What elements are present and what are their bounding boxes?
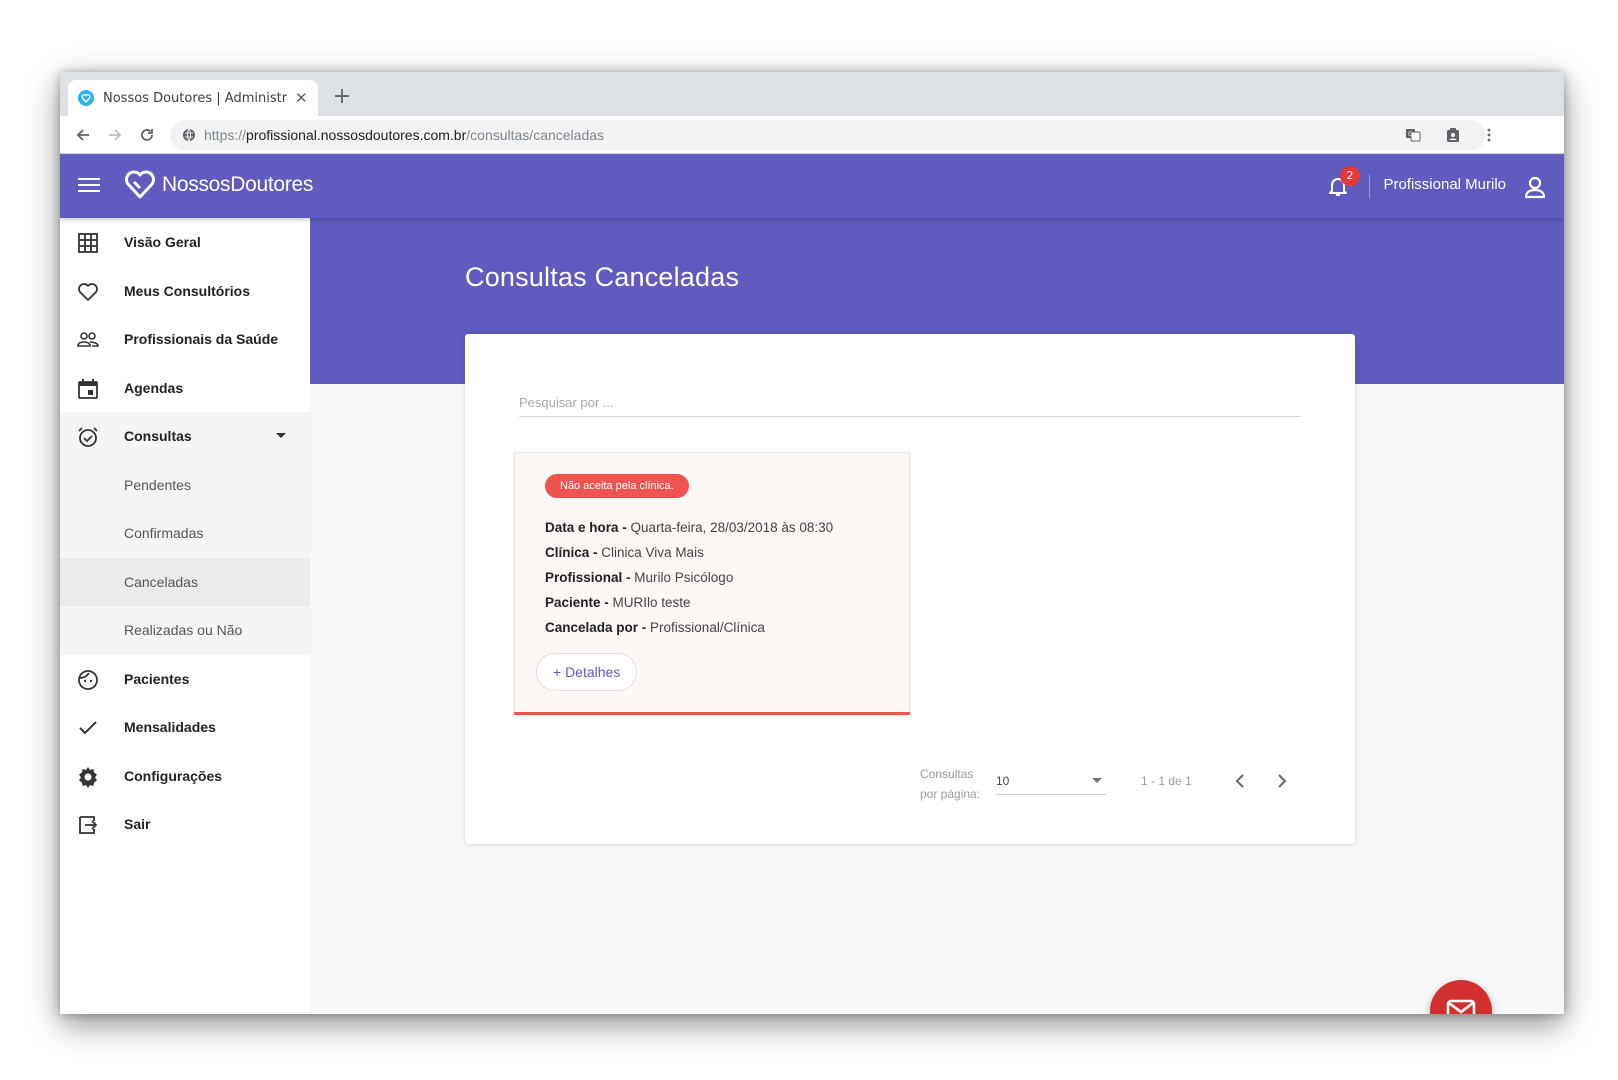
logout-icon xyxy=(79,816,98,834)
notification-badge: 2 xyxy=(1340,166,1360,186)
user-name[interactable]: Profissional Murilo xyxy=(1383,176,1506,193)
page-range: 1 - 1 de 1 xyxy=(1141,774,1192,788)
sidebar-subitem-pendentes[interactable]: Pendentes xyxy=(60,460,310,509)
sidebar-item-label: Consultas xyxy=(124,428,192,445)
sidebar-item-sair[interactable]: Sair xyxy=(60,800,310,849)
info-row-cancelled-by: Cancelada por - Profissional/Clínica xyxy=(545,620,765,635)
pagination: Consultas por página: 10 1 - 1 de 1 xyxy=(465,759,1355,809)
new-tab-icon[interactable]: + xyxy=(330,84,354,109)
content-panel: Não aceita pela clínica. Data e hora - Q… xyxy=(465,334,1355,844)
url-text: https://profissional.nossosdoutores.com.… xyxy=(204,127,605,143)
check-icon xyxy=(79,721,97,735)
sidebar-item-label: Configurações xyxy=(124,767,223,784)
reload-icon[interactable] xyxy=(134,122,160,148)
calendar-icon xyxy=(78,378,98,399)
sidebar-item-label: Mensalidades xyxy=(124,719,216,736)
sidebar-item-agendas[interactable]: Agendas xyxy=(60,364,310,413)
app-root: NossosDoutores 2 Profissional Murilo Vis… xyxy=(60,154,1564,1014)
sidebar-item-label: Pacientes xyxy=(124,670,190,687)
per-page-value: 10 xyxy=(996,774,1010,788)
chevron-left-icon xyxy=(1235,774,1244,788)
sidebar-item-label: Canceladas xyxy=(124,573,198,590)
details-button[interactable]: + Detalhes xyxy=(536,653,638,691)
search-input[interactable] xyxy=(519,389,1301,417)
browser-tab[interactable]: Nossos Doutores | Administraç ✕ xyxy=(68,80,318,116)
sidebar-subitem-canceladas[interactable]: Canceladas xyxy=(60,557,310,606)
sidebar-item-label: Realizadas ou Não xyxy=(124,622,243,639)
sidebar-item-label: Meus Consultórios xyxy=(124,282,251,299)
browser-window: Nossos Doutores | Administraç ✕ + https:… xyxy=(60,72,1564,1014)
tab-close-icon[interactable]: ✕ xyxy=(295,89,308,107)
alarm-check-icon xyxy=(78,427,98,447)
chevron-down-icon xyxy=(1092,778,1102,783)
app-header: NossosDoutores 2 Profissional Murilo xyxy=(60,154,1564,218)
per-page-label: Consultas por página: xyxy=(920,767,981,801)
browser-toolbar: https://profissional.nossosdoutores.com.… xyxy=(60,116,1564,154)
sidebar-subitem-confirmadas[interactable]: Confirmadas xyxy=(60,509,310,558)
sidebar-item-label: Agendas xyxy=(124,379,184,396)
prev-page-button[interactable] xyxy=(1228,769,1252,793)
site-favicon-icon xyxy=(78,90,94,106)
brand-name: NossosDoutores xyxy=(162,173,314,196)
mail-icon xyxy=(1446,999,1476,1014)
brand-logo[interactable]: NossosDoutores xyxy=(124,170,313,200)
sidebar-item-pacientes[interactable]: Pacientes xyxy=(60,655,310,704)
svg-text:G: G xyxy=(1408,131,1413,138)
translate-icon[interactable]: G xyxy=(1400,122,1426,148)
sidebar-item-profissionais[interactable]: Profissionais da Saúde xyxy=(60,315,310,364)
sidebar-item-consultas[interactable]: Consultas xyxy=(60,412,310,461)
next-page-button[interactable] xyxy=(1270,769,1294,793)
menu-icon[interactable] xyxy=(78,174,100,198)
info-row-patient: Paciente - MURIlo teste xyxy=(545,595,691,610)
extension-icon[interactable] xyxy=(1440,122,1466,148)
notifications-button[interactable]: 2 xyxy=(1326,166,1360,200)
sidebar-item-label: Confirmadas xyxy=(124,525,204,542)
browser-menu-icon[interactable] xyxy=(1476,122,1502,148)
grid-icon xyxy=(78,233,98,253)
face-icon xyxy=(78,669,98,690)
sidebar-item-configuracoes[interactable]: Configurações xyxy=(60,752,310,801)
heart-icon xyxy=(78,282,98,301)
chevron-down-icon xyxy=(276,433,286,438)
per-page-select[interactable]: 10 xyxy=(996,769,1106,795)
people-icon xyxy=(77,332,99,347)
user-account-icon[interactable] xyxy=(1522,174,1548,200)
info-row-datetime: Data e hora - Quarta-feira, 28/03/2018 à… xyxy=(545,520,834,535)
tab-title: Nossos Doutores | Administraç xyxy=(103,90,287,106)
sidebar-item-label: Profissionais da Saúde xyxy=(124,331,279,348)
heart-logo-icon xyxy=(125,170,155,199)
info-row-clinic: Clínica - Clinica Viva Mais xyxy=(545,545,704,560)
appointment-info: Data e hora - Quarta-feira, 28/03/2018 à… xyxy=(545,515,833,640)
sidebar-subitem-realizadas[interactable]: Realizadas ou Não xyxy=(60,606,310,655)
site-info-icon[interactable] xyxy=(182,128,196,142)
back-icon[interactable] xyxy=(70,122,96,148)
status-badge: Não aceita pela clínica. xyxy=(545,474,689,498)
tab-strip: Nossos Doutores | Administraç ✕ + xyxy=(60,72,1564,116)
chevron-right-icon xyxy=(1278,774,1287,788)
address-bar[interactable]: https://profissional.nossosdoutores.com.… xyxy=(170,120,1486,150)
message-fab-button[interactable] xyxy=(1430,980,1492,1014)
sidebar-item-visao-geral[interactable]: Visão Geral xyxy=(60,218,310,267)
sidebar-item-label: Sair xyxy=(124,816,151,833)
sidebar-item-label: Visão Geral xyxy=(124,234,201,251)
forward-icon[interactable] xyxy=(102,122,128,148)
appointment-card: Não aceita pela clínica. Data e hora - Q… xyxy=(514,452,910,715)
sidebar-item-mensalidades[interactable]: Mensalidades xyxy=(60,703,310,752)
gear-icon xyxy=(79,766,97,788)
page-title: Consultas Canceladas xyxy=(465,262,740,292)
header-divider xyxy=(1369,174,1370,198)
info-row-professional: Profissional - Murilo Psicólogo xyxy=(545,570,734,585)
sidebar-item-consultorios[interactable]: Meus Consultórios xyxy=(60,267,310,316)
sidebar-item-label: Pendentes xyxy=(124,476,191,493)
sidebar: Visão Geral Meus Consultórios Profission… xyxy=(60,218,310,1014)
